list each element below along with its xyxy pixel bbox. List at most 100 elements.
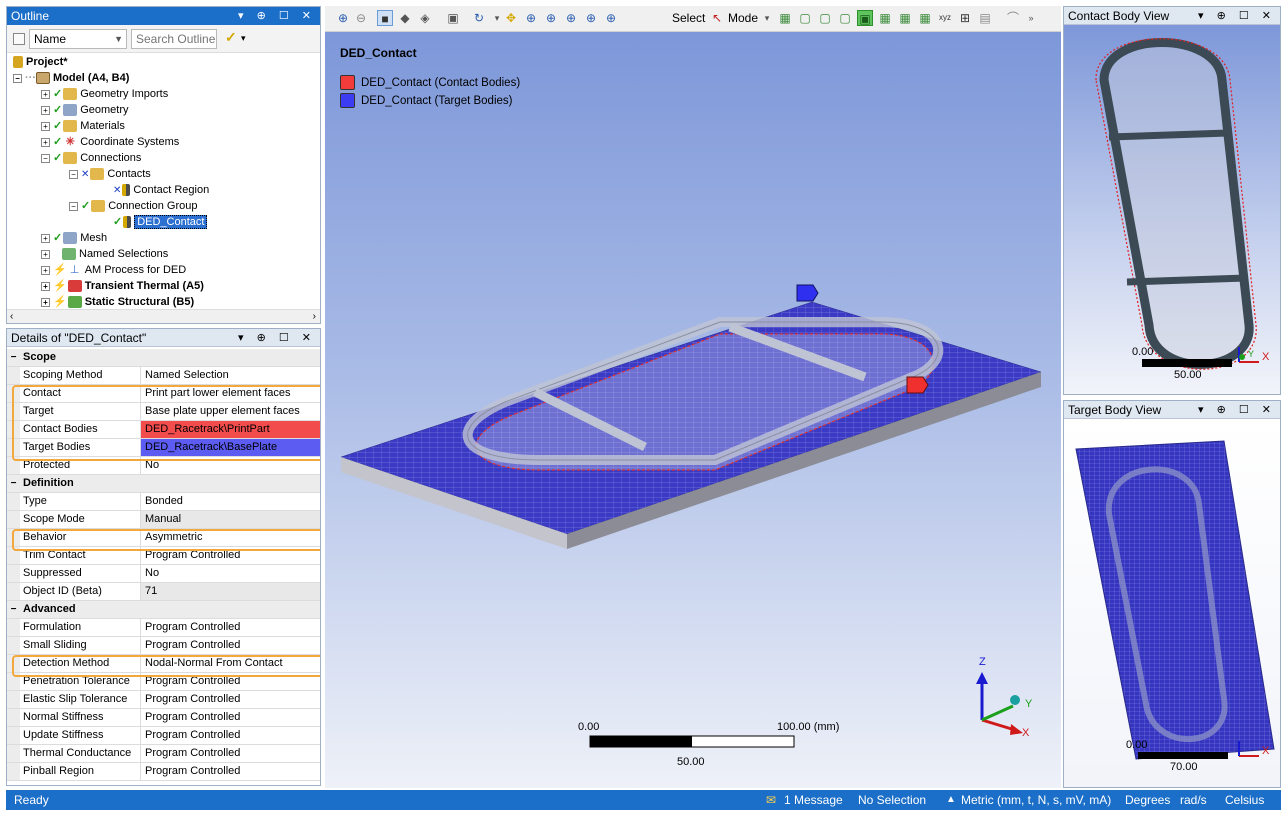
- caret-up-icon[interactable]: ▲: [946, 790, 956, 810]
- detail-row-update-stiffness[interactable]: Update Stiffness Program Controlled: [7, 727, 320, 745]
- detail-value[interactable]: Bonded: [141, 493, 320, 510]
- detail-value[interactable]: No: [141, 565, 320, 582]
- detail-value[interactable]: Named Selection: [141, 367, 320, 384]
- tree-item-connections[interactable]: − ✓ Connections: [41, 150, 141, 166]
- chart-icon[interactable]: ⌒: [1005, 10, 1021, 26]
- collapse-icon[interactable]: −: [13, 73, 22, 83]
- detail-row-target[interactable]: Target Base plate upper element faces: [7, 403, 320, 421]
- select-label[interactable]: Select: [672, 11, 705, 25]
- collapse-icon[interactable]: −: [7, 601, 20, 618]
- detail-value[interactable]: Base plate upper element faces: [141, 403, 320, 420]
- cursor-icon[interactable]: ↖: [709, 10, 725, 26]
- tree-item-mesh[interactable]: + ✓ Mesh: [41, 230, 107, 246]
- detail-value[interactable]: No: [141, 457, 320, 474]
- detail-value[interactable]: Print part lower element faces: [141, 385, 320, 402]
- detail-row-contact[interactable]: Contact Print part lower element faces: [7, 385, 320, 403]
- zoom-fit-icon[interactable]: ⊕: [563, 10, 579, 26]
- select-body-icon[interactable]: ▢: [837, 10, 853, 26]
- detail-row-object-id[interactable]: Object ID (Beta) 71: [7, 583, 320, 601]
- annotation-icon[interactable]: ▤: [977, 10, 993, 26]
- panel-controls[interactable]: ▾ ⊕ ☐ ✕: [1198, 7, 1276, 25]
- detail-value[interactable]: Program Controlled: [141, 547, 320, 564]
- zoom-reset-icon[interactable]: ⊕: [603, 10, 619, 26]
- tree-item-ded-contact[interactable]: ✓ DED_Contact: [113, 214, 208, 230]
- detail-row-thermal-conductance[interactable]: Thermal Conductance Program Controlled: [7, 745, 320, 763]
- detail-value[interactable]: DED_Racetrack\BasePlate: [141, 439, 320, 456]
- tree-item-static-structural[interactable]: + ⚡ Static Structural (B5): [41, 294, 194, 309]
- collapse-icon[interactable]: −: [7, 475, 20, 492]
- select-node-icon[interactable]: ▦: [877, 10, 893, 26]
- expand-icon[interactable]: +: [41, 249, 50, 259]
- detail-row-protected[interactable]: Protected No: [7, 457, 320, 475]
- expand-icon[interactable]: +: [41, 265, 50, 275]
- select-edge-icon[interactable]: ▢: [797, 10, 813, 26]
- name-filter-dropdown[interactable]: Name ▼: [29, 29, 127, 49]
- tree-item-transient-thermal[interactable]: + ⚡ Transient Thermal (A5): [41, 278, 204, 294]
- detail-row-contact-bodies[interactable]: Contact Bodies DED_Racetrack\PrintPart: [7, 421, 320, 439]
- detail-value[interactable]: DED_Racetrack\PrintPart: [141, 421, 320, 438]
- select-vertex-icon[interactable]: ▦: [777, 10, 793, 26]
- detail-row-elastic-slip-tolerance[interactable]: Elastic Slip Tolerance Program Controlled: [7, 691, 320, 709]
- expand-icon[interactable]: +: [41, 121, 50, 131]
- detail-row-trim-contact[interactable]: Trim Contact Program Controlled: [7, 547, 320, 565]
- tree-item-materials[interactable]: + ✓ Materials: [41, 118, 125, 134]
- box-zoom-icon[interactable]: ⊕: [543, 10, 559, 26]
- detail-row-detection-method[interactable]: Detection Method Nodal-Normal From Contac…: [7, 655, 320, 673]
- tree-item-coordinate-systems[interactable]: + ✓ ✳ Coordinate Systems: [41, 134, 179, 150]
- search-outline-input[interactable]: [131, 29, 217, 49]
- status-temp[interactable]: Celsius: [1225, 790, 1264, 810]
- pan-icon[interactable]: ✥: [503, 10, 519, 26]
- tree-item-named-selections[interactable]: + Named Selections: [41, 246, 168, 262]
- tree-item-geometry-imports[interactable]: + ✓ Geometry Imports: [41, 86, 168, 102]
- tree-item-geometry[interactable]: + ✓ Geometry: [41, 102, 129, 118]
- tree-item-contacts[interactable]: − ✕ Contacts: [69, 166, 151, 182]
- expand-icon[interactable]: +: [41, 137, 50, 147]
- graphics-viewport[interactable]: DED_Contact DED_Contact (Contact Bodies)…: [325, 32, 1061, 788]
- detail-value[interactable]: Program Controlled: [141, 673, 320, 690]
- detail-row-behavior[interactable]: Behavior Asymmetric: [7, 529, 320, 547]
- target-body-viewport[interactable]: 0.00 70.00 X: [1064, 419, 1280, 787]
- expand-icon[interactable]: +: [41, 89, 50, 99]
- body-select-icon[interactable]: ■: [377, 10, 393, 26]
- fit-icon[interactable]: ▣: [445, 10, 461, 26]
- panel-controls[interactable]: ▾ ⊕ ☐ ✕: [1198, 401, 1276, 419]
- detail-value[interactable]: Program Controlled: [141, 691, 320, 708]
- collapse-icon[interactable]: −: [41, 153, 50, 163]
- filter-options-icon[interactable]: ✓: [225, 29, 237, 46]
- contact-marker[interactable]: [906, 376, 929, 394]
- detail-value[interactable]: Nodal-Normal From Contact: [141, 655, 320, 672]
- tree-filter-icon[interactable]: [13, 33, 25, 45]
- scroll-left-icon[interactable]: ‹: [10, 310, 13, 323]
- detail-value[interactable]: Program Controlled: [141, 763, 320, 780]
- magnifier-icon[interactable]: ⊕: [583, 10, 599, 26]
- select-element-icon[interactable]: ▣: [857, 10, 873, 26]
- status-messages[interactable]: 1 Message: [784, 790, 843, 810]
- detail-value[interactable]: Program Controlled: [141, 637, 320, 654]
- collapse-icon[interactable]: −: [69, 201, 78, 211]
- expand-icon[interactable]: +: [41, 297, 50, 307]
- detail-row-scoping-method[interactable]: Scoping Method Named Selection: [7, 367, 320, 385]
- detail-value[interactable]: Program Controlled: [141, 709, 320, 726]
- expand-icon[interactable]: +: [41, 233, 50, 243]
- message-icon[interactable]: ✉: [766, 790, 776, 810]
- section-scope[interactable]: − Scope: [7, 349, 320, 367]
- detail-row-penetration-tolerance[interactable]: Penetration Tolerance Program Controlled: [7, 673, 320, 691]
- select-mesh-icon[interactable]: ▦: [897, 10, 913, 26]
- target-marker[interactable]: [796, 284, 819, 302]
- status-rate[interactable]: rad/s: [1180, 790, 1207, 810]
- detail-row-scope-mode[interactable]: Scope Mode Manual: [7, 511, 320, 529]
- status-units[interactable]: Metric (mm, t, N, s, mV, mA): [961, 790, 1111, 810]
- id-icon[interactable]: ⊞: [957, 10, 973, 26]
- horizontal-scrollbar[interactable]: ‹ ›: [7, 309, 320, 323]
- panel-controls[interactable]: ▾ ⊕ ☐ ✕: [238, 329, 316, 347]
- detail-row-normal-stiffness[interactable]: Normal Stiffness Program Controlled: [7, 709, 320, 727]
- status-angle[interactable]: Degrees: [1125, 790, 1170, 810]
- edge-icon[interactable]: ◈: [417, 10, 433, 26]
- detail-row-small-sliding[interactable]: Small Sliding Program Controlled: [7, 637, 320, 655]
- zoom-in-icon[interactable]: ⊕: [335, 10, 351, 26]
- tree-item-contact-region[interactable]: ✕ Contact Region: [113, 182, 209, 198]
- zoom-icon[interactable]: ⊕: [523, 10, 539, 26]
- detail-row-pinball-region[interactable]: Pinball Region Program Controlled: [7, 763, 320, 781]
- rotate-icon[interactable]: ↻: [471, 10, 487, 26]
- mode-dropdown[interactable]: Mode: [728, 11, 758, 25]
